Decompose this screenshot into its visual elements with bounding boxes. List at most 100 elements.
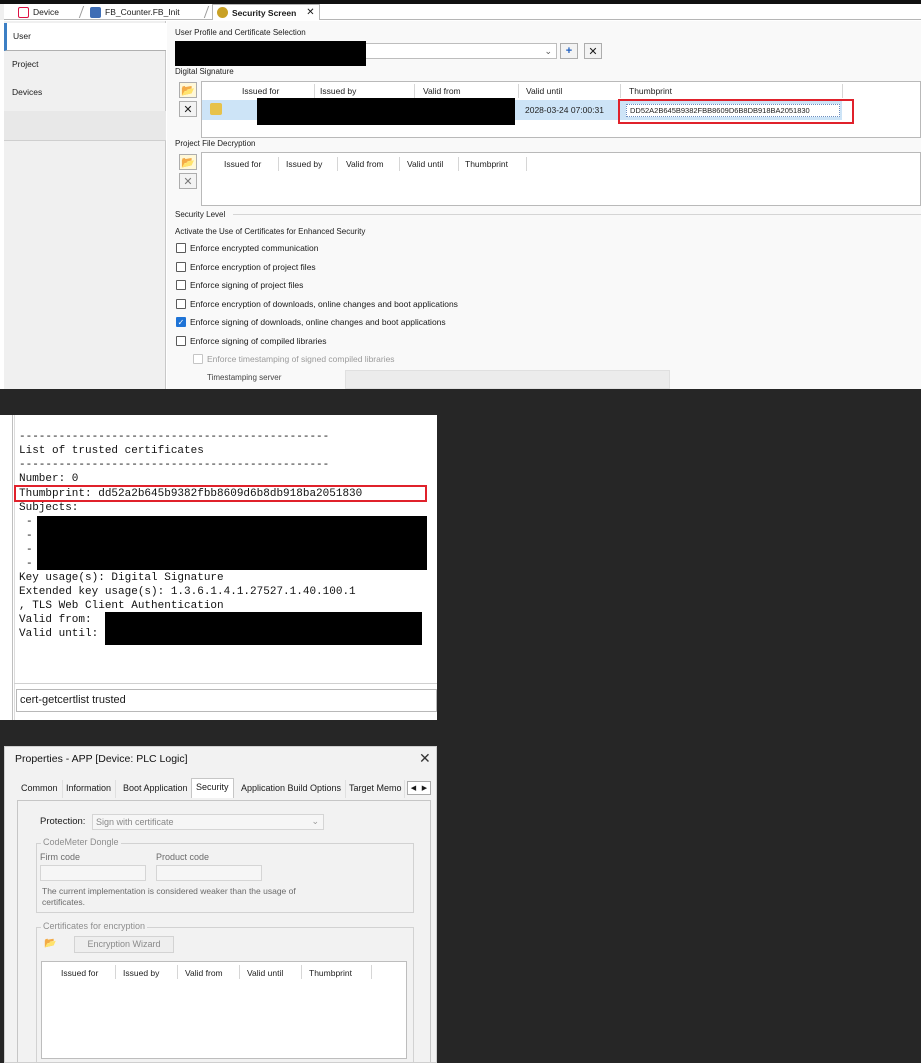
security-screen-panel: Device FB_Counter.FB_Init Security Scree… [0,0,921,389]
column-valid-from: Valid from [423,86,461,96]
column-issued-for: Issued for [61,968,99,978]
checkbox-encrypted-communication[interactable]: Enforce encrypted communication [176,243,319,253]
plus-icon[interactable]: + [560,43,578,59]
subject-dash: - [26,544,33,556]
tab-boot-application[interactable]: Boot Application [119,780,193,798]
tab-fb-counter-init[interactable]: FB_Counter.FB_Init [86,4,211,20]
firm-code-input[interactable] [40,865,146,881]
tab-device[interactable]: Device [14,4,86,20]
remove-decryption-button[interactable]: ✕ [179,173,197,189]
project-decryption-table: Issued for Issued by Valid from Valid un… [201,152,921,206]
console-ext-key-usage: Extended key usage(s): 1.3.6.1.4.1.27527… [19,586,356,598]
sidebar-item-user[interactable]: User [4,23,166,51]
chevron-down-icon: ⌄ [311,816,319,826]
redacted-issuer [257,98,515,125]
redacted-profile [175,41,366,66]
security-side-nav: User Project Devices [4,21,166,389]
column-issued-by: Issued by [123,968,160,978]
codemeter-title: CodeMeter Dongle [41,837,121,847]
firm-code-label: Firm code [40,852,81,862]
security-level-heading: Security Level [175,210,226,219]
console-heading: List of trusted certificates [19,445,204,457]
command-input[interactable]: cert-getcertlist trusted [16,689,437,712]
console-number: Number: 0 [19,473,79,485]
checkbox-sign-downloads[interactable]: ✓ Enforce signing of downloads, online ch… [176,317,446,327]
tab-scroll-arrows[interactable]: ◀ ▶ [407,781,431,795]
product-code-input[interactable] [156,865,262,881]
shield-icon [217,7,228,18]
checkbox-sign-compiled-libraries[interactable]: Enforce signing of compiled libraries [176,336,327,346]
open-certificate-icon[interactable]: 📂 [179,154,197,170]
checkbox-encrypt-project-files[interactable]: Enforce encryption of project files [176,262,316,272]
chevron-left-icon[interactable]: ◀ [411,784,416,792]
tab-common[interactable]: Common [17,780,63,798]
open-certificate-icon[interactable]: 📂 [179,82,197,98]
remove-certificate-button[interactable]: ✕ [584,43,602,59]
close-tab-icon[interactable]: ✕ [306,7,314,18]
console-key-usage: Key usage(s): Digital Signature [19,572,224,584]
sidebar-item-project[interactable]: Project [4,51,166,79]
device-icon [18,6,29,18]
tab-security-screen[interactable]: Security Screen ✕ [212,4,320,20]
console-panel: ----------------------------------------… [0,415,437,720]
properties-dialog: Properties - APP [Device: PLC Logic] ✕ C… [4,746,437,1063]
column-thumbprint: Thumbprint [309,968,352,978]
checkbox-encrypt-downloads[interactable]: Enforce encryption of downloads, online … [176,299,458,309]
remove-signature-button[interactable]: ✕ [179,101,197,117]
tab-application-build-options[interactable]: Application Build Options [237,780,347,798]
open-certificate-icon[interactable]: 📂 [44,938,62,952]
chevron-right-icon[interactable]: ▶ [422,784,427,792]
protection-label: Protection: [40,816,86,827]
protection-select[interactable]: Sign with certificate ⌄ [92,814,324,830]
function-block-icon [90,6,101,18]
background-text-fragment [0,838,4,928]
thumbprint-highlight [618,99,854,124]
close-icon[interactable]: ✕ [419,750,431,767]
column-valid-from: Valid from [185,968,223,978]
checkbox-sign-project-files[interactable]: Enforce signing of project files [176,280,303,290]
timestamping-server-input[interactable] [345,370,670,389]
console-valid-until: Valid until: [19,628,99,640]
column-valid-until: Valid until [526,86,563,96]
security-level-subtitle: Activate the Use of Certificates for Enh… [175,227,366,236]
encryption-cert-table: Issued for Issued by Valid from Valid un… [41,961,407,1059]
tab-target-memory[interactable]: Target Memo [345,780,405,798]
column-valid-from: Valid from [346,159,384,169]
editor-tab-bar: Device FB_Counter.FB_Init Security Scree… [0,4,921,20]
product-code-label: Product code [156,852,210,862]
checkbox-timestamping[interactable]: Enforce timestamping of signed compiled … [193,354,395,364]
timestamping-server-label: Timestamping server [207,373,282,382]
console-separator: ----------------------------------------… [19,431,330,443]
close-icon: ✕ [183,175,193,188]
column-issued-for: Issued for [224,159,262,169]
chevron-down-icon: ⌄ [544,46,552,56]
valid-until-value: 2028-03-24 07:00:31 [525,105,604,115]
column-issued-by: Issued by [286,159,323,169]
console-ext-key-usage-cont: , TLS Web Client Authentication [19,600,224,612]
close-icon: ✕ [183,103,193,116]
tab-security[interactable]: Security [191,778,234,798]
certificate-icon [210,103,222,115]
tab-information[interactable]: Information [62,780,117,798]
certs-encryption-title: Certificates for encryption [41,921,148,931]
encryption-wizard-button[interactable]: Encryption Wizard [74,936,174,953]
digital-signature-heading: Digital Signature [175,67,234,76]
console-thumbprint-highlight [14,485,427,502]
security-content: User Profile and Certificate Selection ⌄… [167,21,921,389]
close-icon: ✕ [588,45,598,58]
column-valid-until: Valid until [247,968,284,978]
codemeter-note: The current implementation is considered… [42,886,296,907]
subject-dash: - [26,558,33,570]
redacted-subjects [37,516,427,570]
dialog-title: Properties - APP [Device: PLC Logic] [15,753,188,765]
check-icon[interactable]: ✓ [176,317,186,327]
column-valid-until: Valid until [407,159,444,169]
console-subjects-label: Subjects: [19,502,79,514]
sidebar-item-devices[interactable]: Devices [4,79,166,107]
console-valid-from: Valid from: [19,614,92,626]
column-thumbprint: Thumbprint [629,86,672,96]
column-issued-by: Issued by [320,86,357,96]
column-thumbprint: Thumbprint [465,159,508,169]
user-profile-heading: User Profile and Certificate Selection [175,28,306,37]
security-tab-content: Protection: Sign with certificate ⌄ Code… [17,800,431,1062]
